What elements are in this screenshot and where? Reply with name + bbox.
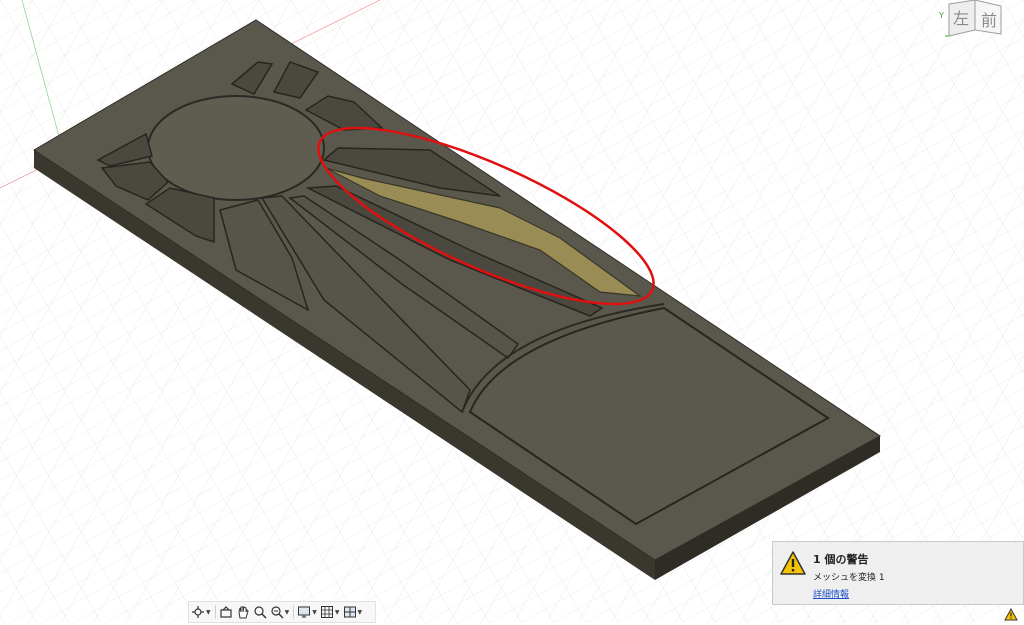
toolbar-divider: [214, 605, 216, 619]
warning-icon: [780, 551, 806, 575]
chevron-down-icon: ▼: [206, 608, 211, 616]
look-at-button[interactable]: [219, 603, 233, 621]
orbit-button[interactable]: ▼: [191, 603, 211, 621]
warning-details-link[interactable]: 詳細情報: [813, 587, 849, 600]
zoom-button[interactable]: [253, 603, 267, 621]
warning-message: メッシュを変換 1: [813, 573, 885, 583]
navigation-toolbar: ▼ ▼ ▼ ▼ ▼: [188, 601, 376, 623]
pan-icon: [238, 606, 249, 619]
pan-button[interactable]: [236, 603, 250, 621]
viewcube-face-left[interactable]: 左: [953, 9, 969, 28]
grid-settings-button[interactable]: ▼: [320, 603, 340, 621]
look-at-icon: [220, 606, 232, 618]
chevron-down-icon: ▼: [284, 608, 290, 616]
viewports-icon: [343, 606, 356, 618]
chevron-down-icon: ▼: [334, 608, 340, 616]
display-settings-button[interactable]: ▼: [297, 603, 317, 621]
warning-panel: 1 個の警告 メッシュを変換 1 詳細情報: [772, 541, 1024, 605]
chevron-down-icon: ▼: [312, 608, 317, 616]
fit-icon: [271, 606, 284, 619]
zoom-icon: [254, 606, 267, 619]
3d-viewport[interactable]: [0, 0, 1024, 623]
toolbar-divider: [293, 605, 295, 619]
viewcube-axis-label: Y: [938, 11, 944, 20]
display-settings-icon: [298, 606, 311, 618]
viewcube-face-front[interactable]: 前: [981, 11, 997, 30]
status-warning-icon[interactable]: [1004, 606, 1018, 621]
warning-title: 1 個の警告: [813, 553, 869, 566]
sun-disc-recess: [147, 95, 325, 201]
grid-settings-icon: [320, 606, 333, 618]
chevron-down-icon: ▼: [357, 608, 363, 616]
viewports-button[interactable]: ▼: [343, 603, 363, 621]
viewcube[interactable]: Y 左 前: [935, 0, 1007, 42]
fit-button[interactable]: ▼: [270, 603, 290, 621]
orbit-icon: [192, 606, 204, 618]
